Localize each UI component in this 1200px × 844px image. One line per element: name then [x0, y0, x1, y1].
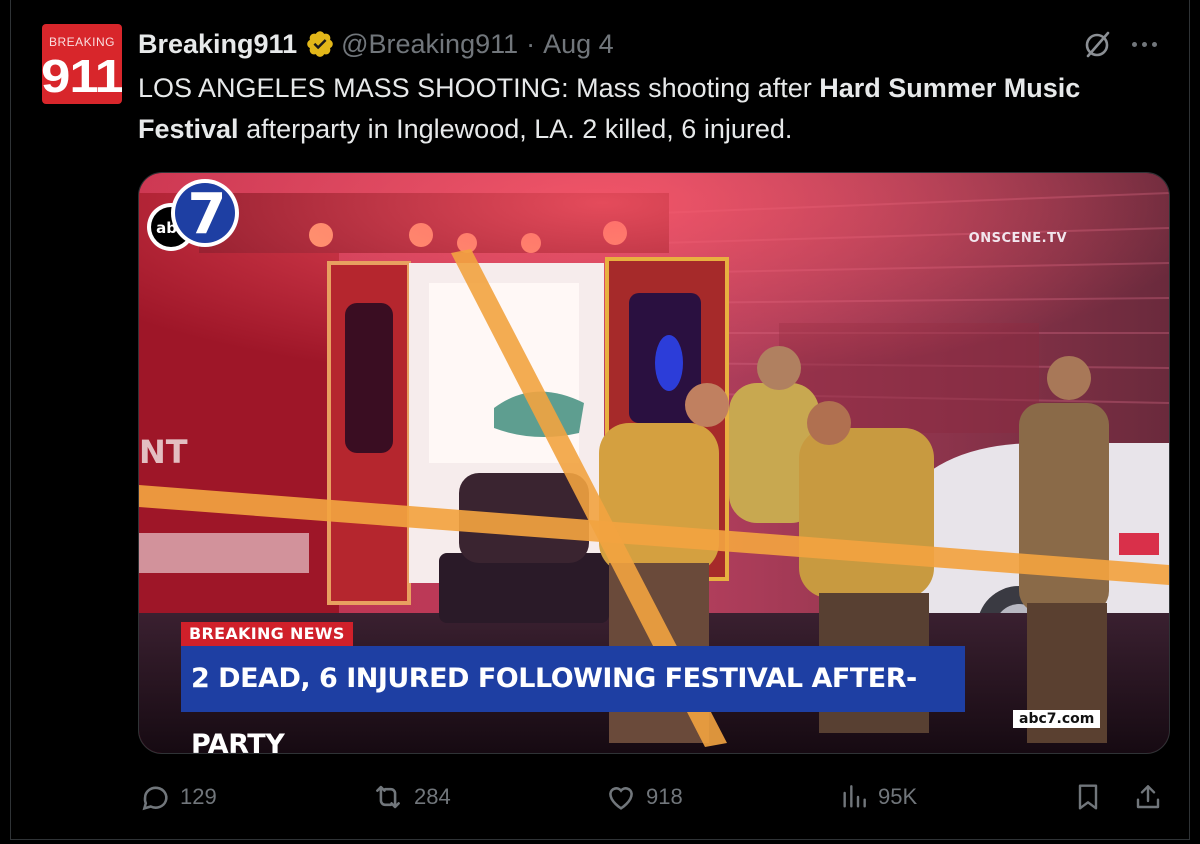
display-name[interactable]: Breaking911 [138, 29, 297, 60]
repost-icon [376, 785, 400, 809]
tweet-text: LOS ANGELES MASS SHOOTING: Mass shooting… [138, 68, 1138, 150]
tweet-actions: 129 284 918 95K [138, 776, 1168, 818]
verified-badge-icon[interactable] [305, 29, 335, 59]
tweet-date[interactable]: Aug 4 [543, 29, 614, 60]
abc7-logo: abc 7 [147, 179, 239, 251]
bookmark-button[interactable] [1072, 776, 1104, 818]
abc-logo-number: 7 [188, 182, 227, 247]
like-count: 918 [646, 784, 683, 809]
repost-button[interactable]: 284 [370, 776, 451, 818]
breaking-news-headline: 2 DEAD, 6 INJURED FOLLOWING FESTIVAL AFT… [181, 646, 965, 753]
like-button[interactable]: 918 [604, 776, 683, 818]
bookmark-icon [1078, 784, 1098, 810]
separator-dot: · [526, 28, 536, 59]
avatar-big-text: 911 [42, 50, 122, 102]
more-icon[interactable] [1132, 42, 1157, 47]
grok-icon[interactable] [1080, 28, 1114, 62]
reply-icon [142, 786, 168, 811]
breaking-news-label: BREAKING NEWS [181, 622, 353, 646]
share-button[interactable] [1132, 776, 1164, 818]
handle[interactable]: @Breaking911 [341, 29, 518, 60]
reply-count: 129 [180, 784, 217, 809]
vehicle-side-text: NT [139, 433, 188, 471]
tweet-text-part1: LOS ANGELES MASS SHOOTING: Mass shooting… [138, 73, 820, 103]
repost-count: 284 [414, 784, 451, 809]
avatar[interactable]: BREAKING 911 [42, 24, 122, 104]
tweet-media-video[interactable]: NT ONSCENE.TV BREAKING NEWS 2 DEAD, 6 IN… [138, 172, 1170, 754]
video-watermark: ONSCENE.TV [968, 231, 1067, 246]
share-icon [1136, 785, 1160, 809]
tweet[interactable]: BREAKING 911 Breaking911 @Breaking911 · … [0, 0, 1200, 844]
views-button[interactable]: 95K [838, 776, 917, 818]
tweet-text-part2: afterparty in Inglewood, LA. 2 killed, 6… [238, 114, 793, 144]
abc7-url: abc7.com [1013, 710, 1101, 728]
views-count: 95K [878, 784, 918, 809]
views-icon [843, 785, 866, 808]
tweet-header: Breaking911 @Breaking911 · Aug 4 [138, 26, 614, 62]
like-icon [609, 787, 633, 810]
avatar-small-text: BREAKING [48, 35, 115, 49]
reply-button[interactable]: 129 [138, 776, 217, 818]
